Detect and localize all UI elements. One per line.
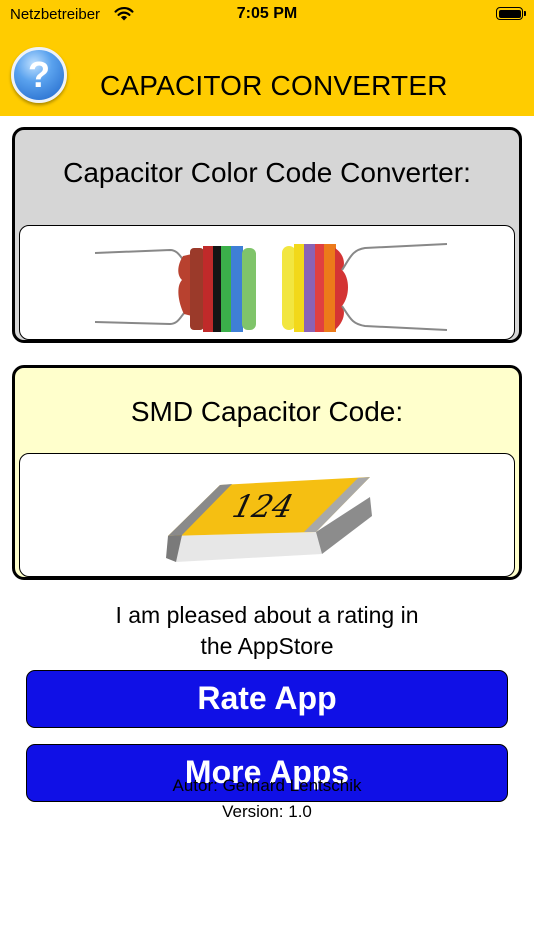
color-code-image-panel: [19, 225, 515, 340]
color-code-card-title: Capacitor Color Code Converter:: [63, 157, 471, 188]
help-button[interactable]: ?: [11, 47, 67, 103]
right-capacitor-body: [282, 244, 348, 332]
rate-app-button[interactable]: Rate App: [26, 670, 508, 728]
battery-icon: [496, 7, 526, 20]
header-bar: Netzbetreiber 7:05 PM ? CAPACITOR CONVER…: [0, 0, 534, 116]
clock: 7:05 PM: [236, 5, 298, 22]
smd-image-panel: 124: [19, 453, 515, 577]
smd-chip-image: 124: [166, 477, 372, 562]
smd-chip-code: 124: [229, 489, 297, 524]
status-bar: Netzbetreiber 7:05 PM: [0, 0, 534, 30]
app-title: CAPACITOR CONVERTER: [100, 70, 448, 101]
color-code-converter-card[interactable]: Capacitor Color Code Converter:: [12, 127, 522, 343]
version-label: Version: 1.0: [222, 802, 312, 821]
smd-card-title: SMD Capacitor Code:: [130, 396, 404, 427]
question-mark-icon: ?: [28, 54, 50, 95]
rating-line-1: I am pleased about a rating in: [115, 602, 419, 628]
author-label: Autor: Gerhard Lentschik: [172, 776, 362, 795]
rating-request-text: I am pleased about a rating in the AppSt…: [0, 600, 534, 662]
rating-line-2: the AppStore: [200, 633, 334, 659]
color-coded-capacitors-image: [94, 226, 448, 339]
smd-capacitor-code-card[interactable]: SMD Capacitor Code: 124: [12, 365, 522, 580]
